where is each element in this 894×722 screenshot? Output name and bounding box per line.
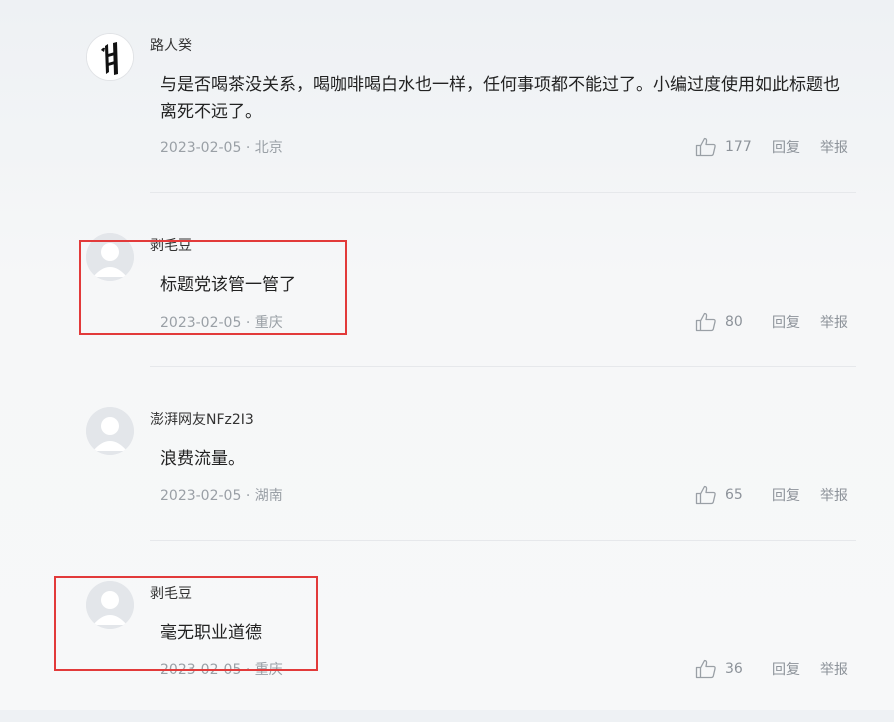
like-count: 177	[725, 139, 752, 155]
comment-divider	[150, 192, 856, 193]
thumbs-up-icon[interactable]	[695, 137, 717, 157]
comment-content: 浪费流量。	[160, 449, 245, 469]
report-button[interactable]: 举报	[820, 137, 848, 157]
comment-actions: 36 回复 举报	[695, 659, 848, 679]
comment-divider	[150, 366, 856, 367]
comment-username[interactable]: 澎湃网友NFz2I3	[150, 409, 254, 429]
report-button[interactable]: 举报	[820, 485, 848, 505]
like-count: 80	[725, 314, 743, 330]
comment-location: 湖南	[254, 488, 283, 504]
comment-date: 2023-02-05	[160, 140, 242, 156]
meta-separator: ·	[241, 140, 255, 156]
reply-button[interactable]: 回复	[772, 485, 800, 505]
comment-actions: 65 回复 举报	[695, 485, 848, 505]
reply-button[interactable]: 回复	[772, 659, 800, 679]
avatar[interactable]	[86, 407, 134, 455]
comment-username[interactable]: 路人癸	[150, 35, 192, 55]
comment-actions: 80 回复 举报	[695, 312, 848, 332]
reply-button[interactable]: 回复	[772, 312, 800, 332]
like-count: 65	[725, 487, 743, 503]
comment-divider	[150, 540, 856, 541]
highlight-box	[79, 240, 347, 335]
like-button[interactable]: 177	[695, 137, 753, 157]
like-count: 36	[725, 661, 743, 677]
thumbs-up-icon[interactable]	[695, 312, 717, 332]
comment-content: 与是否喝茶没关系，喝咖啡喝白水也一样，任何事项都不能过了。小编过度使用如此标题也…	[160, 75, 840, 122]
thumbs-up-icon[interactable]	[695, 659, 717, 679]
like-button[interactable]: 80	[695, 312, 753, 332]
calligraphy-avatar-icon	[87, 34, 133, 80]
avatar[interactable]	[86, 33, 134, 81]
comment-meta: 2023-02-05 · 北京	[160, 137, 283, 157]
highlight-box	[54, 576, 318, 671]
comment-meta: 2023-02-05 · 湖南	[160, 485, 283, 505]
like-button[interactable]: 36	[695, 659, 753, 679]
report-button[interactable]: 举报	[820, 659, 848, 679]
comment-location: 北京	[254, 140, 283, 156]
meta-separator: ·	[241, 488, 255, 504]
report-button[interactable]: 举报	[820, 312, 848, 332]
comment-item: 路人癸 与是否喝茶没关系，喝咖啡喝白水也一样，任何事项都不能过了。小编过度使用如…	[0, 0, 894, 193]
reply-button[interactable]: 回复	[772, 137, 800, 157]
comment-item: 澎湃网友NFz2I3 浪费流量。 2023-02-05 · 湖南 65 回复 举…	[0, 374, 894, 548]
default-avatar-icon	[86, 407, 134, 455]
comment-actions: 177 回复 举报	[695, 137, 848, 157]
comment-date: 2023-02-05	[160, 488, 242, 504]
like-button[interactable]: 65	[695, 485, 753, 505]
thumbs-up-icon[interactable]	[695, 485, 717, 505]
